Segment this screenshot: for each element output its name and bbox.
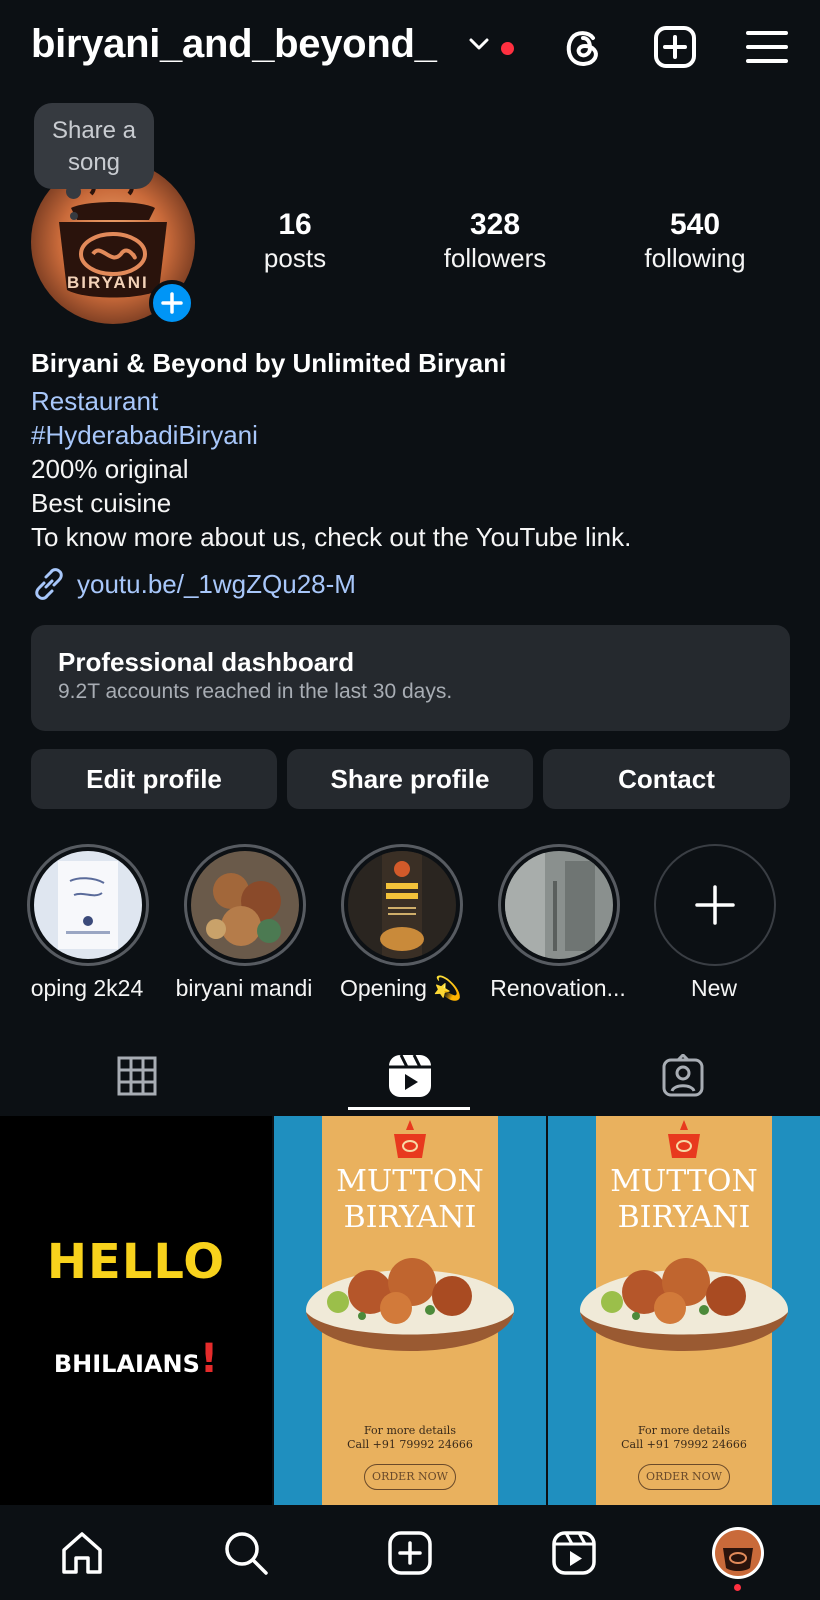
bio-line: 200% original: [31, 454, 189, 484]
bio-section: Biryani & Beyond by Unlimited Biryani Re…: [31, 346, 791, 554]
professional-dashboard[interactable]: Professional dashboard 9.2T accounts rea…: [31, 625, 790, 731]
stat-value: 16: [278, 208, 312, 241]
note-tail-small: [70, 212, 78, 220]
new-highlight-button[interactable]: New: [652, 844, 777, 1003]
chevron-down-icon[interactable]: [468, 36, 490, 52]
bio-line: Best cuisine: [31, 488, 172, 518]
poster-title-line: BIRYANI: [617, 1200, 751, 1235]
menu-icon[interactable]: [744, 24, 790, 70]
display-name: Biryani & Beyond by Unlimited Biryani: [31, 348, 507, 378]
highlight-label: Renovation...: [490, 975, 626, 1001]
edit-profile-button[interactable]: Edit profile: [31, 749, 277, 809]
nav-search[interactable]: [206, 1505, 286, 1600]
greeting-text: BHILAIANS!: [0, 1336, 272, 1382]
note-bubble[interactable]: Share a song: [34, 103, 154, 189]
highlight-item[interactable]: Opening 💫: [339, 844, 464, 1003]
grid-icon: [117, 1056, 156, 1096]
add-story-button[interactable]: [149, 280, 195, 326]
note-text: Share a song: [51, 117, 137, 176]
contact-button[interactable]: Contact: [543, 749, 790, 809]
grid-item[interactable]: HELLO BHILAIANS!: [0, 1116, 272, 1505]
poster-title: MUTTON BIRYANI: [322, 1164, 498, 1236]
exclamation-mark: !: [199, 1336, 219, 1382]
stat-value: 540: [669, 208, 721, 241]
highlight-item[interactable]: biryani mandi: [176, 844, 312, 1003]
highlight-label: New: [690, 975, 737, 1001]
poster-details-line: Call +91 79992 24666: [347, 1438, 473, 1451]
active-tab-indicator: [348, 1107, 470, 1110]
threads-icon[interactable]: [560, 24, 606, 70]
reels-grid: HELLO BHILAIANS! MUTTON BIRYANI For more …: [0, 1116, 820, 1505]
poster-title: MUTTON BIRYANI: [596, 1164, 772, 1236]
tab-reels[interactable]: [273, 1038, 546, 1114]
poster-details-line: For more details: [364, 1424, 456, 1437]
pot-logo-icon: [668, 1120, 700, 1158]
poster-details-line: Call +91 79992 24666: [621, 1438, 747, 1451]
plus-icon: [161, 292, 183, 314]
bio-link[interactable]: youtu.be/_1wgZQu28-M: [31, 567, 356, 601]
content-tabs: [0, 1038, 820, 1114]
grid-item[interactable]: MUTTON BIRYANI For more details Call +91 7…: [274, 1116, 546, 1505]
profile-notification-dot: [734, 1584, 741, 1591]
poster-details: For more details Call +91 79992 24666: [322, 1424, 498, 1452]
nav-home[interactable]: [42, 1505, 122, 1600]
bio-line: To know more about us, check out the You…: [31, 522, 632, 552]
biryani-bowl-image: [306, 1258, 514, 1351]
category-label[interactable]: Restaurant: [31, 384, 791, 418]
stat-label: following: [644, 243, 746, 273]
search-icon: [225, 1531, 268, 1575]
plus-icon: [694, 885, 735, 925]
bottom-nav: [0, 1505, 820, 1600]
create-icon: [388, 1530, 432, 1575]
hashtag-link[interactable]: #HyderabadiBiryani: [31, 418, 791, 452]
create-icon[interactable]: [652, 24, 698, 70]
bhilaians-text: BHILAIANS: [53, 1350, 200, 1378]
nav-reels[interactable]: [534, 1505, 614, 1600]
highlight-cover: [504, 851, 613, 959]
avatar-logo-text: BIRYANI: [67, 273, 149, 292]
highlight-cover: [347, 851, 456, 959]
notification-dot: [501, 42, 514, 55]
highlight-item[interactable]: oping 2k24: [25, 844, 150, 1003]
username-title[interactable]: biryani_and_beyond_: [31, 22, 437, 67]
note-tail: [66, 184, 81, 199]
stat-posts[interactable]: 16 posts: [205, 208, 385, 274]
poster-title-line: BIRYANI: [343, 1200, 477, 1235]
poster-order-button: ORDER NOW: [638, 1464, 730, 1490]
poster-details: For more details Call +91 79992 24666: [596, 1424, 772, 1452]
highlight-label: Opening 💫: [340, 975, 462, 1001]
poster-order-button: ORDER NOW: [364, 1464, 456, 1490]
biryani-bowl-image: [580, 1258, 788, 1351]
stat-value: 328: [469, 208, 521, 241]
stat-label: posts: [263, 243, 327, 273]
highlight-item[interactable]: Renovation...: [490, 844, 626, 1003]
profile-avatar-icon: [712, 1526, 764, 1579]
poster-details-line: For more details: [638, 1424, 730, 1437]
poster-title-line: MUTTON: [336, 1164, 484, 1199]
bio-link-text: youtu.be/_1wgZQu28-M: [77, 568, 356, 599]
dashboard-subtitle: 9.2T accounts reached in the last 30 day…: [58, 680, 453, 703]
top-bar: biryani_and_beyond_: [0, 0, 820, 96]
hello-text: HELLO: [46, 1234, 226, 1290]
grid-item[interactable]: MUTTON BIRYANI For more details Call +91 7…: [548, 1116, 820, 1505]
pot-logo-icon: [394, 1120, 426, 1158]
share-profile-button[interactable]: Share profile: [287, 749, 533, 809]
stat-label: followers: [443, 243, 547, 273]
stat-following[interactable]: 540 following: [605, 208, 785, 274]
reels-nav-icon: [552, 1530, 596, 1575]
tab-tagged[interactable]: [546, 1038, 819, 1114]
highlight-label: oping 2k24: [30, 975, 144, 1001]
tagged-icon: [662, 1054, 703, 1097]
highlight-label: biryani mandi: [175, 975, 313, 1001]
highlight-cover: [33, 851, 142, 959]
home-icon: [62, 1531, 102, 1574]
dashboard-title: Professional dashboard: [58, 647, 355, 677]
nav-create[interactable]: [370, 1505, 450, 1600]
link-icon: [35, 568, 63, 600]
reels-icon: [388, 1054, 431, 1097]
poster-title-line: MUTTON: [610, 1164, 758, 1199]
highlight-cover: [190, 851, 299, 959]
tab-posts[interactable]: [0, 1038, 273, 1114]
stat-followers[interactable]: 328 followers: [405, 208, 585, 274]
